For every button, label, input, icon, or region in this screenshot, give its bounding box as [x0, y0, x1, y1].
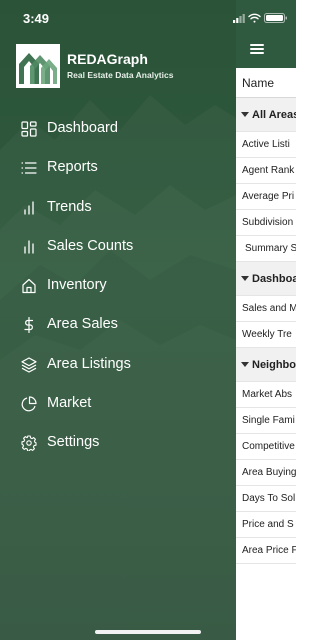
list-item[interactable]: Days To Sol	[236, 486, 296, 512]
dashboard-grid-icon	[21, 121, 37, 137]
list-item[interactable]: Average Pri	[236, 184, 296, 210]
group-header-neighborhood[interactable]: Neighbo	[236, 348, 296, 382]
home-icon	[22, 279, 36, 294]
menu-item-label: Area Listings	[47, 355, 131, 372]
menu-item-label: Inventory	[47, 277, 107, 294]
bar-chart-alt-icon	[24, 240, 34, 254]
battery-icon	[264, 13, 287, 23]
menu-item-label: Area Sales	[47, 316, 118, 333]
menu-item-dashboard[interactable]: Dashboard	[0, 110, 236, 149]
list-item[interactable]: Single Fami	[236, 408, 296, 434]
menu-item-area-listings[interactable]: Area Listings	[0, 346, 236, 385]
group-header-all-areas[interactable]: All Areas	[236, 98, 296, 132]
layers-icon	[21, 357, 37, 373]
menu-item-area-sales[interactable]: Area Sales	[0, 306, 236, 345]
pie-chart-icon	[21, 396, 37, 412]
menu-item-label: Reports	[47, 159, 98, 176]
menu-item-label: Settings	[47, 434, 100, 451]
report-list: All Areas Active Listi Agent Rank Averag…	[236, 98, 296, 564]
menu-item-market[interactable]: Market	[0, 385, 236, 424]
menu-item-trends[interactable]: Trends	[0, 189, 236, 228]
list-item[interactable]: Sales and M	[236, 296, 296, 322]
list-item[interactable]: Competitive	[236, 434, 296, 460]
table-column-header: Name	[236, 68, 296, 98]
redagraph-logo	[16, 44, 60, 88]
column-header-name: Name	[242, 76, 275, 90]
brand-name: REDAGraph	[67, 51, 148, 67]
main-content-panel: Name All Areas Active Listi Agent Rank A…	[236, 0, 296, 640]
list-item[interactable]: Market Abs	[236, 382, 296, 408]
list-item[interactable]: Area Buying	[236, 460, 296, 486]
menu-item-label: Market	[47, 395, 92, 412]
status-time: 3:49	[23, 11, 50, 26]
caret-down-icon	[241, 362, 249, 367]
menu-item-sales-counts[interactable]: Sales Counts	[0, 228, 236, 267]
bar-chart-icon	[24, 200, 34, 215]
list-item[interactable]: Active Listi	[236, 132, 296, 158]
list-item[interactable]: Subdivision	[236, 210, 296, 236]
brand-header: REDAGraph Real Estate Data Analytics	[16, 44, 226, 90]
gear-icon	[21, 435, 37, 452]
list-item[interactable]: Summary S	[236, 236, 296, 262]
list-item[interactable]: Agent Rank	[236, 158, 296, 184]
home-indicator[interactable]	[95, 630, 201, 634]
signal-icon	[233, 14, 245, 23]
dollar-icon	[24, 317, 34, 334]
list-icon	[21, 162, 37, 174]
caret-down-icon	[241, 112, 249, 117]
list-item[interactable]: Area Price F	[236, 538, 296, 564]
caret-down-icon	[241, 276, 249, 281]
hamburger-menu-icon[interactable]	[250, 44, 264, 54]
list-item[interactable]: Price and S	[236, 512, 296, 538]
navigation-drawer: REDAGraph Real Estate Data Analytics Das…	[0, 0, 236, 640]
status-bar: 3:49	[0, 0, 296, 40]
brand-tagline: Real Estate Data Analytics	[67, 70, 174, 80]
status-icons	[233, 13, 287, 23]
menu-item-label: Trends	[47, 198, 92, 215]
drawer-menu: Dashboard Reports Trends Sales Counts In…	[0, 110, 236, 464]
menu-item-reports[interactable]: Reports	[0, 149, 236, 188]
list-item[interactable]: Weekly Tre	[236, 322, 296, 348]
wifi-icon	[248, 13, 261, 23]
menu-item-label: Sales Counts	[47, 237, 134, 254]
menu-item-inventory[interactable]: Inventory	[0, 267, 236, 306]
group-header-dashboard[interactable]: Dashboa	[236, 262, 296, 296]
menu-item-settings[interactable]: Settings	[0, 424, 236, 463]
menu-item-label: Dashboard	[47, 120, 118, 136]
